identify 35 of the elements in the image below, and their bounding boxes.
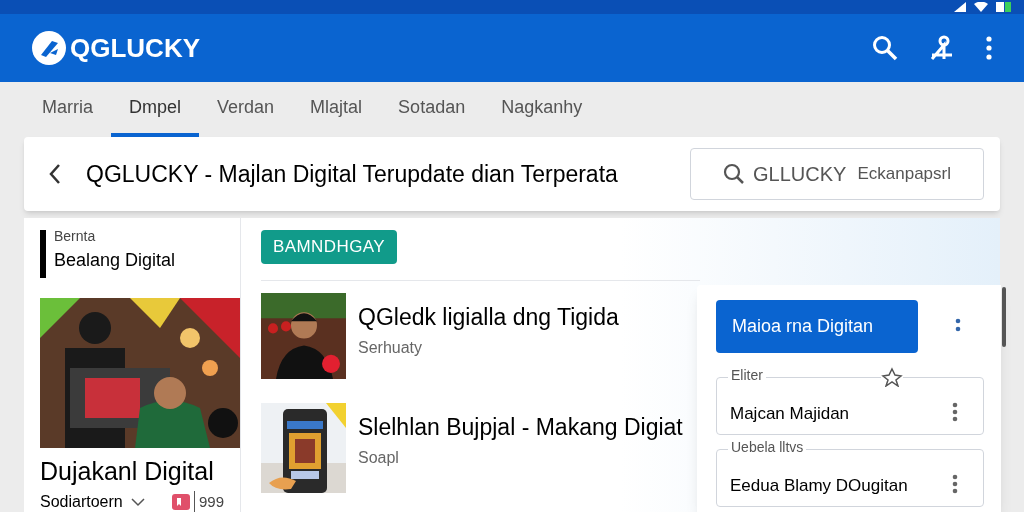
sidebar-overline: Bernta [54, 227, 97, 246]
primary-button[interactable]: Maioa rna Digitan [716, 300, 918, 353]
count-label: 999 [193, 490, 224, 512]
chevron-down-icon[interactable] [130, 497, 145, 507]
page-title: QGLUCKY - Majlan Digital Terupdate dian Terperata [86, 159, 618, 189]
signal-icon [954, 2, 966, 12]
article-subtitle: Soapl [358, 447, 400, 468]
field-label: Uebela lltvs [728, 439, 807, 455]
search-icon[interactable] [872, 35, 898, 61]
scrollbar[interactable] [1002, 287, 1006, 347]
app-title: QGLUCKY [70, 31, 200, 65]
back-icon[interactable] [48, 163, 62, 185]
tab[interactable]: Marria [24, 82, 111, 137]
category-badge: BAMNDHGAY [261, 230, 398, 264]
tab[interactable]: Sotadan [380, 82, 484, 137]
field-label: Eliter [728, 367, 766, 383]
tab[interactable]: Verdan [199, 82, 293, 137]
tab[interactable]: Nagkanhy [483, 82, 601, 137]
field-value: Eedua Blamy DOugitan [730, 474, 908, 497]
more-icon[interactable] [952, 474, 958, 494]
tab[interactable]: Mlajtal [292, 82, 381, 137]
author-label: Sodiartoern [40, 492, 123, 512]
battery-icon [996, 2, 1012, 12]
wifi-icon [974, 2, 988, 12]
more-icon[interactable] [986, 36, 992, 60]
more-icon[interactable] [952, 402, 958, 422]
feature-title: Dujakanl Digital [40, 456, 215, 486]
search-icon [723, 163, 745, 185]
logo-icon [32, 31, 66, 65]
sidebar-heading: Bealang Digital [54, 249, 176, 272]
search-field[interactable]: GLLUCKY Eckanpapsrl [690, 148, 984, 200]
article-subtitle: Serhuaty [358, 337, 424, 358]
article-title[interactable]: Slelhlan Bujpjal - Makang Digiat [358, 412, 683, 441]
article-title[interactable]: QGledk ligialla dng Tigida [358, 302, 619, 331]
field-value: Majcan Majidan [730, 402, 850, 425]
